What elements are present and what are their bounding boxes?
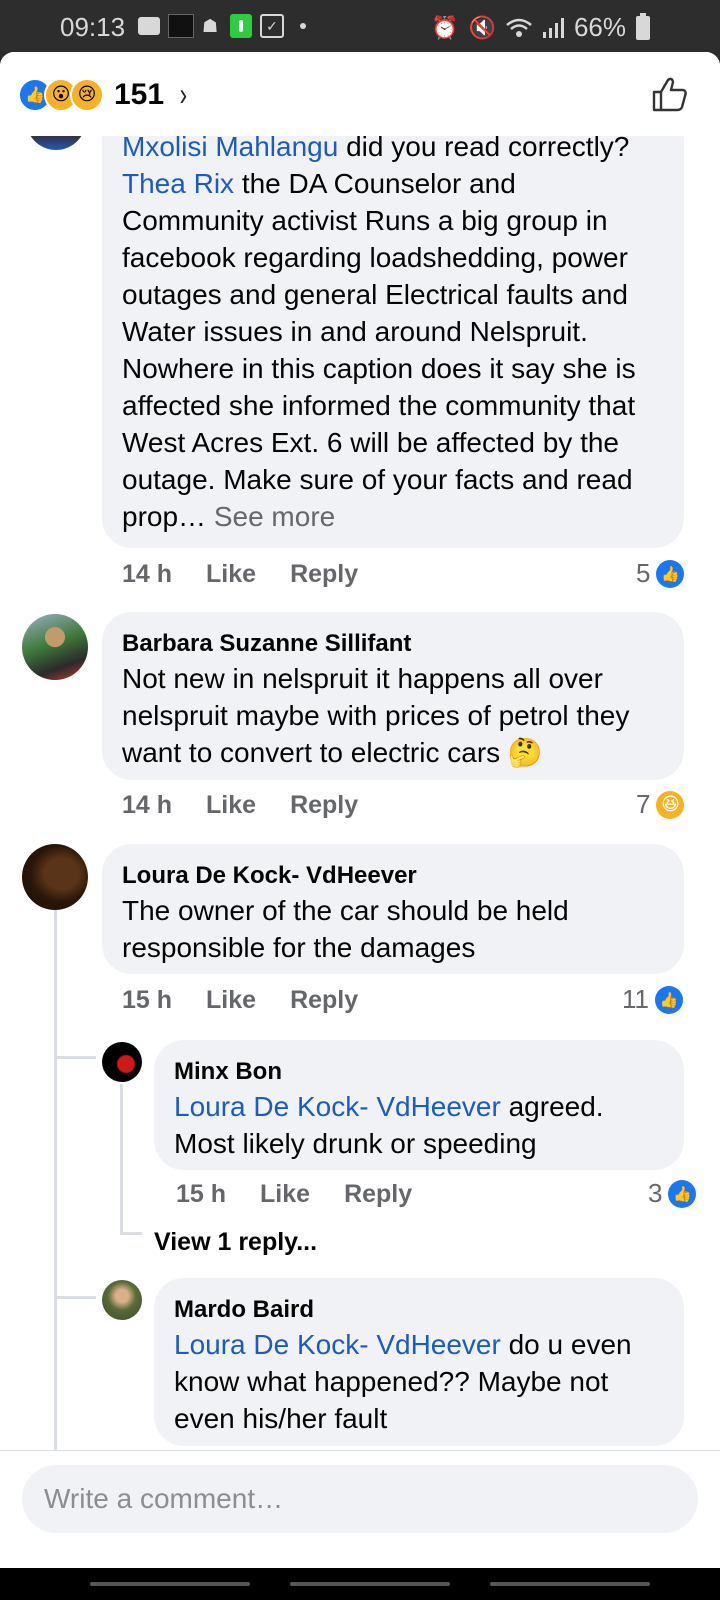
comments-sheet: 👍 😮 😢 151 › Mxolisi Mahlangu did you rea… xyxy=(0,52,720,1568)
battery-percent: 66% xyxy=(573,12,626,42)
reactions-summary[interactable]: 👍 😮 😢 151 › xyxy=(18,76,189,113)
reply-time[interactable]: 15 h xyxy=(176,1180,226,1209)
comment-actions: 15 h Like Reply xyxy=(122,986,358,1015)
comment-actions: 14 h Like Reply xyxy=(122,560,358,589)
see-more-link[interactable]: See more xyxy=(214,501,335,532)
nav-handle-center[interactable] xyxy=(290,1582,450,1586)
reply-author[interactable]: Minx Bon xyxy=(174,1056,664,1088)
reactions-header: 👍 😮 😢 151 › xyxy=(0,52,720,136)
avatar[interactable] xyxy=(102,1042,142,1082)
mention-link[interactable]: Loura De Kock- VdHeever xyxy=(174,1091,501,1122)
status-time: 09:13 xyxy=(60,12,126,42)
thread-connector xyxy=(120,1232,142,1235)
comment-bubble: Barbara Suzanne Sillifant Not new in nel… xyxy=(102,612,684,780)
like-button[interactable] xyxy=(650,74,690,114)
mute-icon: 🔇 xyxy=(468,14,496,40)
like-action[interactable]: Like xyxy=(206,791,256,820)
reply-actions: 15 h Like Reply xyxy=(176,1180,412,1209)
app-icon xyxy=(168,14,194,38)
comment-text: the DA Counselor and Community activist … xyxy=(122,168,636,532)
reaction-count: 3 xyxy=(648,1178,663,1208)
sad-icon: 😢 xyxy=(70,77,104,112)
alarm-icon: ⏰ xyxy=(431,14,459,40)
like-icon: 👍 xyxy=(655,985,683,1014)
reaction-count: 5 xyxy=(636,558,651,588)
nav-handle-right[interactable] xyxy=(490,1582,650,1586)
comment-bubble: Mxolisi Mahlangu did you read correctly?… xyxy=(102,128,684,548)
like-action[interactable]: Like xyxy=(260,1180,310,1209)
like-icon: 👍 xyxy=(668,1179,697,1208)
haha-icon: 😆 xyxy=(656,790,685,819)
reply-action[interactable]: Reply xyxy=(344,1180,412,1209)
like-icon: 👍 xyxy=(656,559,685,588)
avatar[interactable] xyxy=(22,844,88,910)
comment-actions: 14 h Like Reply xyxy=(122,791,358,820)
comment-bubble: Loura De Kock- VdHeever The owner of the… xyxy=(102,844,684,974)
thread-connector xyxy=(54,1296,96,1299)
reaction-counter[interactable]: 11 👍 xyxy=(622,984,683,1015)
reply-action[interactable]: Reply xyxy=(290,986,358,1015)
reply-bubble: Minx Bon Loura De Kock- VdHeever agreed.… xyxy=(154,1040,684,1170)
avatar[interactable] xyxy=(22,614,88,680)
thread-connector xyxy=(54,1056,96,1059)
thread-line xyxy=(120,1084,123,1234)
reaction-count: 11 xyxy=(622,984,649,1014)
comment-composer: Write a comment… xyxy=(0,1450,720,1569)
thread-line xyxy=(54,910,57,1452)
mention-link[interactable]: Loura De Kock- VdHeever xyxy=(174,1329,501,1360)
chevron-right-icon: › xyxy=(179,76,188,112)
comment-time[interactable]: 14 h xyxy=(122,791,172,820)
comment-author[interactable]: Barbara Suzanne Sillifant xyxy=(122,628,664,660)
reply-action[interactable]: Reply xyxy=(290,560,358,589)
download-icon xyxy=(230,14,252,38)
like-action[interactable]: Like xyxy=(206,986,256,1015)
notification-icons: ☗ ✓ xyxy=(138,14,306,38)
comment-author[interactable]: Loura De Kock- VdHeever xyxy=(122,860,664,892)
mention-link[interactable]: Thea Rix xyxy=(122,168,234,199)
comment-text: Not new in nelspruit it happens all over… xyxy=(122,663,630,768)
dot-icon xyxy=(300,23,306,29)
reaction-counter[interactable]: 7 😆 xyxy=(636,789,685,820)
reply-bubble: Mardo Baird Loura De Kock- VdHeever do u… xyxy=(154,1278,684,1446)
reaction-count: 7 xyxy=(636,789,651,819)
wifi-icon xyxy=(506,18,532,37)
reaction-count: 151 xyxy=(114,77,165,111)
navigation-bar xyxy=(0,1568,720,1600)
check-icon: ✓ xyxy=(260,14,284,38)
system-icons: ⏰ 🔇 66% xyxy=(431,12,650,43)
reply-author[interactable]: Mardo Baird xyxy=(174,1294,664,1326)
comment-input[interactable]: Write a comment… xyxy=(22,1465,698,1533)
avatar[interactable] xyxy=(102,1280,142,1320)
comment-time[interactable]: 15 h xyxy=(122,986,172,1015)
reply-action[interactable]: Reply xyxy=(290,791,358,820)
message-icon xyxy=(138,17,160,35)
like-action[interactable]: Like xyxy=(206,560,256,589)
status-bar: 09:13 ☗ ✓ ⏰ 🔇 66% xyxy=(0,0,720,52)
bug-icon: ☗ xyxy=(202,16,219,36)
reaction-counter[interactable]: 5 👍 xyxy=(636,558,685,589)
comment-time[interactable]: 14 h xyxy=(122,560,172,589)
signal-icon xyxy=(542,17,564,38)
reaction-counter[interactable]: 3 👍 xyxy=(648,1178,697,1209)
view-replies-link[interactable]: View 1 reply... xyxy=(154,1228,317,1257)
nav-handle-left[interactable] xyxy=(90,1582,250,1586)
comment-text: The owner of the car should be held resp… xyxy=(122,895,569,963)
battery-icon xyxy=(636,12,650,40)
